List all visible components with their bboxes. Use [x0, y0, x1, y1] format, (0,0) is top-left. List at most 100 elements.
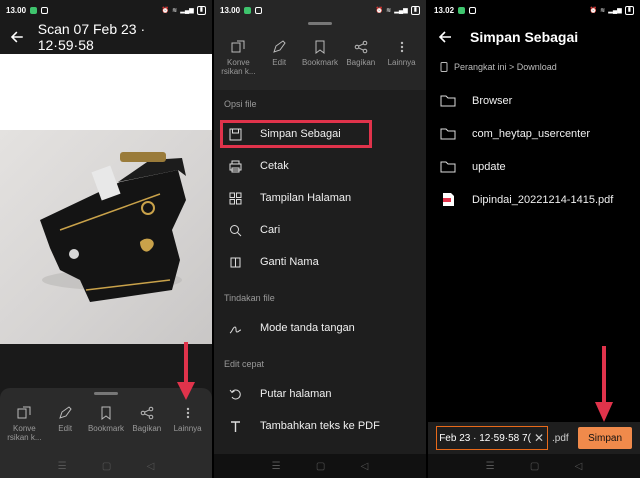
- options-menu: Opsi file Simpan Sebagai Cetak Tampilan Ha…: [214, 90, 426, 478]
- instagram-icon: [255, 6, 263, 14]
- recents-nav-icon[interactable]: ☰: [58, 461, 67, 472]
- tool-bookmark[interactable]: Bookmark: [86, 405, 126, 442]
- viewer-header: Scan 07 Feb 23 · 12·59·58: [0, 20, 212, 54]
- share-icon: [353, 39, 369, 55]
- tool-edit[interactable]: Edit: [45, 405, 85, 442]
- breadcrumb[interactable]: Perangkat ini > Download: [428, 54, 640, 80]
- bookmark-icon: [312, 39, 328, 55]
- scanned-image[interactable]: [0, 130, 212, 344]
- document-title: Scan 07 Feb 23 · 12·59·58: [37, 21, 146, 53]
- system-nav-bar: ☰ ▢ ◁: [428, 454, 640, 478]
- back-nav-icon[interactable]: ◁: [147, 461, 155, 472]
- sewing-machine-image: [40, 152, 186, 302]
- filename-input[interactable]: )7 Feb 23 · 12·59·58 ✕: [436, 426, 548, 450]
- back-arrow-icon[interactable]: [438, 30, 452, 44]
- rename-icon: [228, 255, 242, 269]
- home-nav-icon[interactable]: ▢: [530, 461, 539, 472]
- signal-icon: ▂▄▆: [394, 7, 408, 14]
- menu-item-mode-tanda-tangan[interactable]: Mode tanda tangan: [214, 312, 426, 344]
- folder-item[interactable]: Browser: [428, 84, 640, 117]
- folder-item[interactable]: com_heytap_usercenter: [428, 117, 640, 150]
- app-notification-icon: [458, 6, 466, 14]
- alarm-icon: ⏰: [375, 7, 384, 14]
- tool-edit[interactable]: Edit: [259, 39, 299, 76]
- menu-item-label: Tampilan Halaman: [260, 192, 352, 204]
- wifi-icon: ≋: [172, 7, 178, 14]
- clear-icon[interactable]: ✕: [534, 431, 544, 445]
- tool-bagikan[interactable]: Bagikan: [341, 39, 381, 76]
- menu-item-label: Ganti Nama: [260, 256, 319, 268]
- filename-value: )7 Feb 23 · 12·59·58: [440, 432, 531, 444]
- more-vertical-icon: [180, 405, 196, 421]
- more-vertical-icon: [394, 39, 410, 55]
- save-bar: )7 Feb 23 · 12·59·58 ✕ .pdf Simpan: [428, 422, 640, 454]
- breadcrumb-text: Perangkat ini > Download: [454, 62, 557, 72]
- tool-label: Edit: [58, 424, 73, 433]
- sheet-header: Konve rsikan k... Edit Bookmark Bagikan Lain…: [214, 22, 426, 92]
- folder-icon: [440, 94, 456, 108]
- menu-item-cari[interactable]: Cari: [214, 214, 426, 246]
- tool-lainnya[interactable]: Lainnya: [382, 39, 422, 76]
- wifi-icon: ≋: [386, 7, 392, 14]
- status-indicators: ⏰ ≋ ▂▄▆ ▮: [375, 5, 420, 15]
- viewer-screen: 13.00 ⏰ ≋ ▂▄▆ ▮ Scan 07 Feb 23 · 12·59·5…: [0, 0, 212, 478]
- signature-icon: [228, 321, 242, 335]
- file-name: com_heytap_usercenter: [472, 127, 591, 140]
- status-bar: 13.00 ⏰ ≋ ▂▄▆ ▮: [214, 0, 426, 20]
- bookmark-icon: [98, 405, 114, 421]
- tool-bookmark[interactable]: Bookmark: [300, 39, 340, 76]
- pen-icon: [271, 39, 287, 55]
- annotation-arrow: [177, 342, 195, 400]
- back-nav-icon[interactable]: ◁: [361, 461, 369, 472]
- back-nav-icon[interactable]: ◁: [575, 461, 583, 472]
- folder-item[interactable]: update: [428, 150, 640, 183]
- tool-label: Bagikan: [346, 58, 376, 67]
- folder-icon: [440, 127, 456, 141]
- menu-item-putar-halaman[interactable]: Putar halaman: [214, 378, 426, 410]
- save-as-screen: 13.02 ⏰ ≋ ▂▄▆ ▮ Simpan Sebagai Perangkat…: [428, 0, 640, 478]
- sheet-handle[interactable]: [94, 392, 118, 395]
- menu-item-cetak[interactable]: Cetak: [214, 150, 426, 182]
- home-nav-icon[interactable]: ▢: [316, 461, 325, 472]
- menu-item-simpan-sebagai[interactable]: Simpan Sebagai: [214, 118, 426, 150]
- sheet-handle[interactable]: [308, 22, 332, 25]
- tool-konve-rsikan-k[interactable]: Konve rsikan k...: [218, 39, 258, 76]
- tool-label: Konve rsikan k...: [7, 424, 42, 442]
- home-nav-icon[interactable]: ▢: [102, 461, 111, 472]
- status-time: 13.02: [434, 5, 455, 15]
- annotation-arrow: [595, 346, 613, 422]
- tool-label: Bookmark: [301, 58, 338, 67]
- tool-konve-rsikan-k[interactable]: Konve rsikan k...: [4, 405, 44, 442]
- status-indicators: ⏰ ≋ ▂▄▆ ▮: [590, 5, 634, 15]
- page-title: Simpan Sebagai: [470, 29, 579, 45]
- battery-icon: ▮: [196, 5, 206, 15]
- signal-icon: ▂▄▆: [608, 7, 622, 14]
- recents-nav-icon[interactable]: ☰: [272, 461, 281, 472]
- grid-icon: [228, 191, 242, 205]
- status-indicators: ⏰ ≋ ▂▄▆ ▮: [161, 5, 206, 15]
- status-time: 13.00: [220, 5, 241, 15]
- system-nav-bar: ☰ ▢ ◁: [0, 454, 212, 478]
- recents-nav-icon[interactable]: ☰: [486, 461, 495, 472]
- save-button[interactable]: Simpan: [578, 427, 632, 449]
- folder-icon: [440, 160, 456, 174]
- signal-icon: ▂▄▆: [180, 7, 194, 14]
- file-item[interactable]: Dipindai_20221214-1415.pdf: [428, 183, 640, 216]
- app-notification-icon: [30, 6, 38, 14]
- menu-item-label: Putar halaman: [260, 388, 332, 400]
- menu-item-label: Mode tanda tangan: [260, 322, 355, 334]
- tool-lainnya[interactable]: Lainnya: [168, 405, 208, 442]
- alarm-icon: ⏰: [161, 7, 170, 14]
- tool-bagikan[interactable]: Bagikan: [127, 405, 167, 442]
- menu-item-ganti-nama[interactable]: Ganti Nama: [214, 246, 426, 278]
- menu-item-tambahkan-teks-ke-pdf[interactable]: Tambahkan teks ke PDF: [214, 410, 426, 442]
- pdf-file-icon: [440, 193, 456, 207]
- menu-item-tampilan-halaman[interactable]: Tampilan Halaman: [214, 182, 426, 214]
- tool-label: Bagikan: [132, 424, 162, 433]
- tool-label: Lainnya: [173, 424, 202, 433]
- instagram-icon: [41, 6, 49, 14]
- phone-icon: [440, 62, 448, 72]
- back-arrow-icon[interactable]: [10, 30, 24, 44]
- instagram-icon: [469, 6, 477, 14]
- section-header-quick-edit: Edit cepat: [224, 359, 265, 369]
